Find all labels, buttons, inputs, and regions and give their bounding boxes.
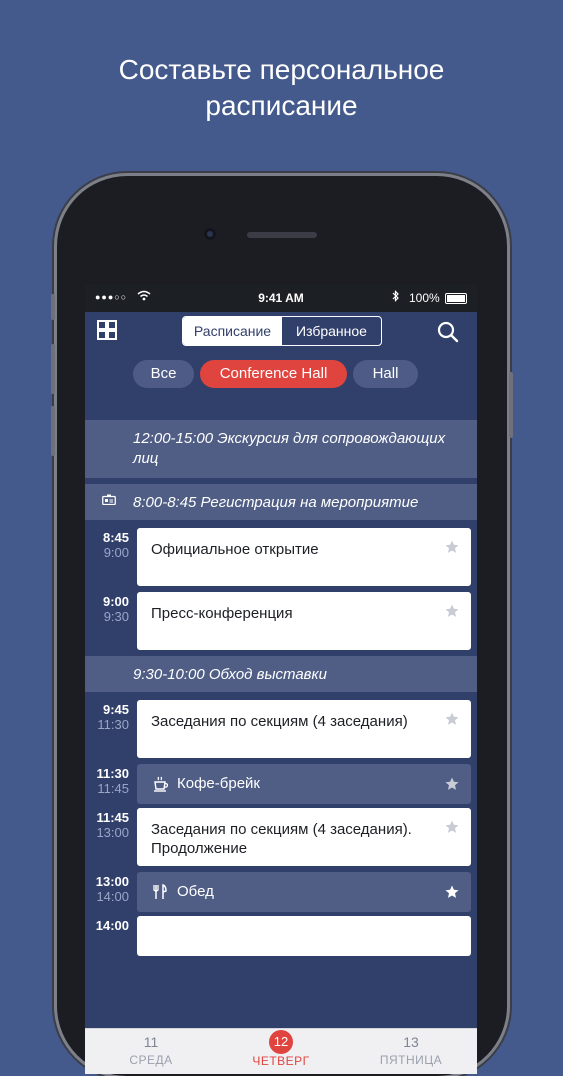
battery-percent: 100% [409, 291, 440, 305]
filter-hall[interactable]: Hall [353, 360, 418, 388]
event-title: Официальное открытие [151, 541, 319, 558]
section-header-exhibition[interactable]: 9:30-10:00 Обход выставки [85, 656, 477, 692]
promo-headline-line2: расписание [205, 90, 358, 121]
event-end-time: 9:00 [103, 545, 129, 560]
grid-menu-icon[interactable] [97, 320, 117, 340]
event-title: Заседания по секциям (4 заседания) [151, 713, 408, 730]
nav-bar: Расписание Избранное [85, 312, 477, 356]
volume-up-button [51, 344, 55, 394]
badge-icon [102, 494, 116, 505]
promo-headline-line1: Составьте персональное [118, 54, 445, 85]
tab-day-number: 13 [403, 1034, 419, 1050]
volume-down-button [51, 406, 55, 456]
event-time: 9:00 9:30 [85, 594, 129, 624]
event-time: 13:00 14:00 [85, 874, 129, 904]
search-icon[interactable] [436, 320, 460, 344]
promo-headline: Составьте персональное расписание [0, 52, 563, 124]
segment-schedule[interactable]: Расписание [183, 317, 282, 345]
event-start-time: 9:45 [102, 702, 129, 717]
power-button [509, 372, 513, 438]
event-card[interactable]: Официальное открытие [137, 528, 471, 586]
front-camera [204, 228, 216, 240]
battery-icon [445, 293, 467, 304]
event-time: 14:00 [85, 918, 129, 933]
event-start-time: 9:00 [102, 594, 129, 609]
coffee-cup-icon [154, 776, 169, 792]
event-end-time: 11:30 [97, 717, 129, 732]
event-end-time: 9:30 [103, 609, 129, 624]
tab-day-13[interactable]: 13 ПЯТНИЦА [351, 1033, 471, 1067]
break-card[interactable]: Обед [137, 872, 471, 912]
event-end-time: 14:00 [96, 889, 129, 904]
section-header-text: 9:30-10:00 Обход выставки [133, 666, 327, 683]
schedule-list: 12:00-15:00 Экскурсия для сопровождающих… [85, 420, 477, 1028]
tab-weekday: ПЯТНИЦА [379, 1053, 443, 1067]
hall-filters: Все Conference Hall Hall [85, 360, 477, 400]
favorite-star-icon[interactable] [445, 540, 459, 554]
mute-switch [51, 294, 55, 320]
favorite-star-icon[interactable] [445, 820, 459, 834]
favorite-star-icon[interactable] [445, 604, 459, 618]
event-card[interactable]: Пресс-конференция [137, 592, 471, 650]
section-header-text: 8:00-8:45 Регистрация на мероприятие [133, 494, 419, 511]
earpiece-speaker [247, 232, 317, 238]
event-start-time: 13:00 [95, 874, 129, 889]
view-segmented-control: Расписание Избранное [182, 316, 382, 346]
event-time: 11:45 13:00 [85, 810, 129, 840]
event-card[interactable] [137, 916, 471, 956]
event-start-time: 11:30 [96, 766, 129, 781]
event-start-time: 11:45 [96, 810, 129, 825]
section-header-registration[interactable]: 8:00-8:45 Регистрация на мероприятие [85, 484, 477, 520]
favorite-star-icon[interactable] [445, 885, 459, 899]
event-time: 11:30 11:45 [85, 766, 129, 796]
filter-conference-hall[interactable]: Conference Hall [200, 360, 347, 388]
event-start-time: 14:00 [95, 918, 129, 933]
event-end-time: 13:00 [96, 825, 129, 840]
event-title: Пресс-конференция [151, 605, 293, 622]
filter-all[interactable]: Все [133, 360, 194, 388]
tab-day-12[interactable]: 12 ЧЕТВЕРГ [221, 1030, 341, 1068]
event-title: Заседания по секциям (4 заседания). Прод… [151, 821, 412, 857]
fork-knife-icon [153, 883, 167, 899]
break-card[interactable]: Кофе-брейк [137, 764, 471, 804]
status-bar: ●●●○○ 9:41 AM 100% [85, 284, 477, 312]
event-card[interactable]: Заседания по секциям (4 заседания) [137, 700, 471, 758]
segment-favorites[interactable]: Избранное [282, 317, 381, 345]
tab-day-number: 11 [143, 1034, 159, 1050]
bluetooth-icon [392, 290, 400, 305]
section-header-excursion[interactable]: 12:00-15:00 Экскурсия для сопровождающих… [85, 420, 477, 478]
phone-frame: ●●●○○ 9:41 AM 100% Расписание Избранное [51, 176, 513, 1076]
tab-day-11[interactable]: 11 СРЕДА [91, 1033, 211, 1067]
event-start-time: 8:45 [102, 530, 129, 545]
event-title: Обед [177, 883, 214, 900]
tab-weekday: ЧЕТВЕРГ [252, 1054, 310, 1068]
event-title: Кофе-брейк [177, 775, 260, 792]
favorite-star-icon[interactable] [445, 777, 459, 791]
event-card[interactable]: Заседания по секциям (4 заседания). Прод… [137, 808, 471, 866]
event-time: 8:45 9:00 [85, 530, 129, 560]
tab-day-number: 12 [269, 1030, 293, 1054]
section-header-text: 12:00-15:00 Экскурсия для сопровождающих… [133, 430, 446, 467]
event-time: 9:45 11:30 [85, 702, 129, 732]
event-end-time: 11:45 [97, 781, 129, 796]
day-tab-bar: 11 СРЕДА 12 ЧЕТВЕРГ 13 ПЯТНИЦА [85, 1028, 477, 1074]
phone-screen: ●●●○○ 9:41 AM 100% Расписание Избранное [85, 284, 477, 1074]
favorite-star-icon[interactable] [445, 712, 459, 726]
tab-weekday: СРЕДА [129, 1053, 173, 1067]
